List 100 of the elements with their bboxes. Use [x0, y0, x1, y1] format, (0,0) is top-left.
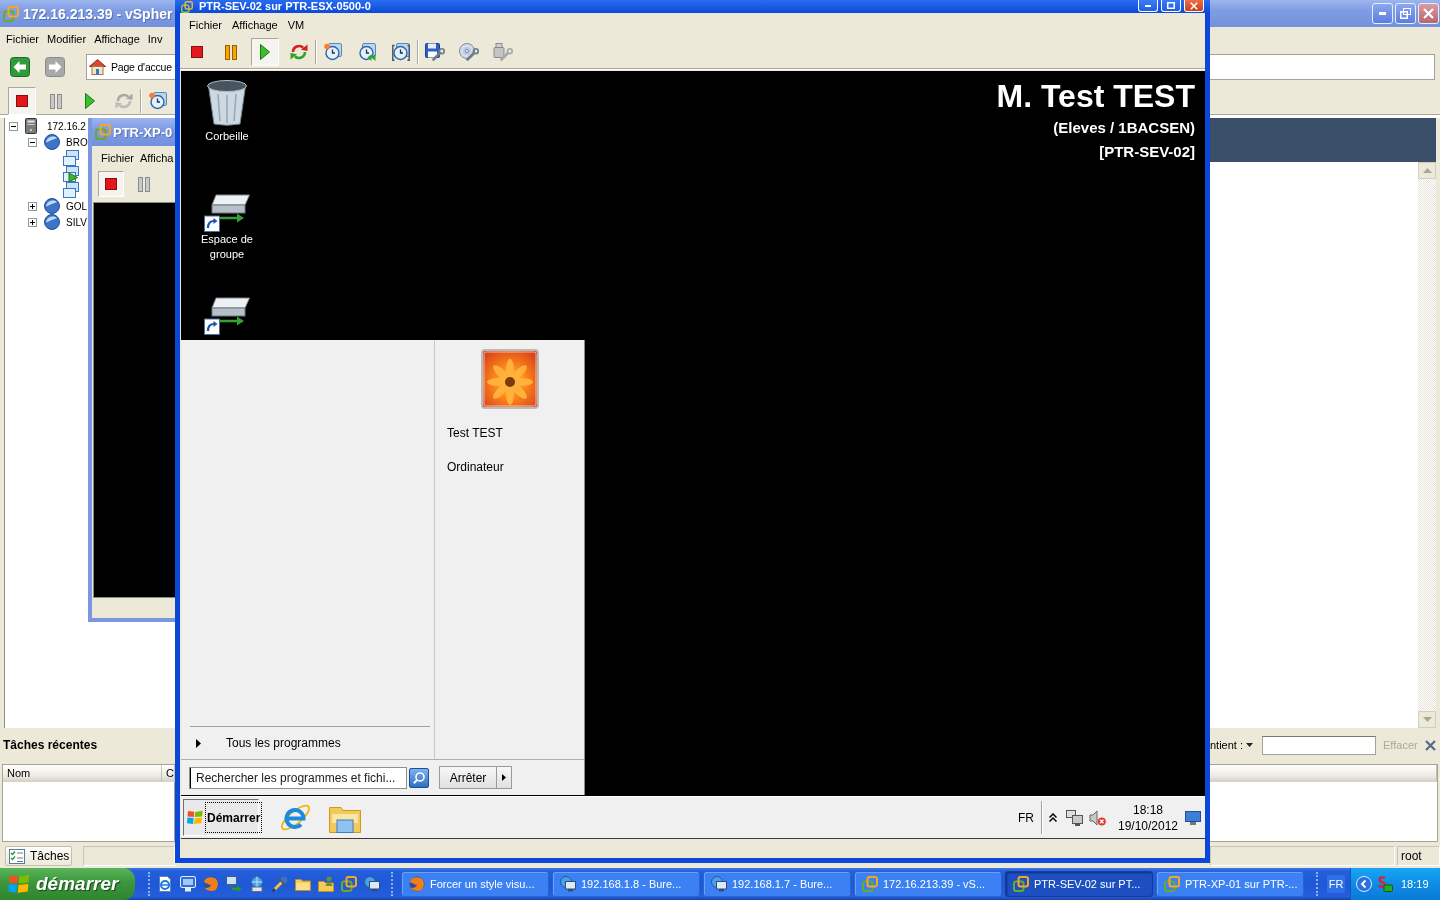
power-off-button[interactable]: [8, 87, 36, 115]
menu-item[interactable]: Affichage: [227, 17, 283, 33]
home-icon: [89, 59, 106, 75]
network-icon[interactable]: [1066, 809, 1083, 826]
desktop-icon-label[interactable]: Espace de groupe: [189, 232, 265, 262]
shutdown-options-button[interactable]: [497, 766, 512, 789]
triangle-up-icon: [1422, 168, 1432, 173]
tree-item[interactable]: SILV: [66, 216, 87, 228]
session-machine: [PTR-SEV-02]: [1098, 142, 1195, 162]
triangle-right-icon: [502, 774, 506, 781]
linked-squares-icon: [3, 5, 19, 22]
taskbar-button[interactable]: 192.168.1.7 - Bure...: [703, 871, 851, 897]
plus-box-icon[interactable]: [28, 217, 37, 227]
minimize-icon: [1145, 4, 1151, 7]
network-drive-icon[interactable]: [204, 297, 250, 335]
menu-item[interactable]: Modifier: [43, 30, 91, 47]
language-indicator[interactable]: FR: [1327, 875, 1345, 893]
caret-down-icon[interactable]: [1246, 743, 1254, 747]
start-button[interactable]: Démarrer: [183, 799, 259, 836]
maximize-button[interactable]: [1161, 0, 1181, 12]
address-bar[interactable]: [1210, 54, 1435, 80]
menu-item[interactable]: Affichage: [90, 30, 144, 47]
desktop-icon-label[interactable]: Corbeille: [189, 129, 265, 144]
window-title: PTR-XP-0: [113, 124, 173, 140]
network-drive-icon[interactable]: [204, 194, 250, 232]
sphere-icon: [44, 214, 60, 230]
menu-item[interactable]: Fichier: [184, 17, 227, 33]
linked-squares-icon: [181, 0, 193, 13]
monitor-globe-icon: [560, 876, 576, 892]
restore-button[interactable]: [1395, 3, 1416, 24]
taskbar-button[interactable]: PTR-SEV-02 sur PT...: [1005, 871, 1153, 897]
monitor-globe-icon[interactable]: [364, 876, 380, 892]
menu-item[interactable]: Afficha: [137, 150, 177, 166]
menu-link[interactable]: Ordinateur: [447, 457, 504, 477]
speaker-muted-icon[interactable]: [1089, 809, 1106, 826]
chevron-left-icon[interactable]: [1356, 876, 1372, 892]
minus-box-icon[interactable]: [28, 137, 37, 147]
close-icon: [1423, 8, 1434, 19]
monitor-arrow-icon[interactable]: [226, 876, 242, 892]
sphere-icon: [44, 198, 60, 214]
menu-item[interactable]: Inv: [143, 30, 167, 47]
language-indicator[interactable]: FR: [1018, 810, 1034, 825]
close-button[interactable]: [1418, 3, 1439, 24]
address-bar[interactable]: Page d'accue: [86, 54, 175, 80]
bin-icon[interactable]: [207, 80, 247, 126]
linked-squares-icon: [862, 876, 878, 892]
status-badge-icon[interactable]: [1375, 876, 1393, 892]
close-icon[interactable]: [1425, 739, 1436, 751]
taskbar-button[interactable]: 192.168.1.8 - Bure...: [552, 871, 700, 897]
monitor-icon[interactable]: [1185, 810, 1201, 825]
page-globe-icon[interactable]: [157, 876, 173, 892]
power-off-button[interactable]: [98, 171, 124, 197]
shutdown-button[interactable]: Arrêter: [439, 766, 497, 789]
minus-box-icon[interactable]: [9, 121, 18, 131]
menu-item[interactable]: Fichier: [98, 150, 137, 166]
globe-icon: [409, 876, 425, 892]
minimize-button[interactable]: [1372, 3, 1393, 24]
triangle-down-icon: [1422, 717, 1432, 722]
column-header[interactable]: Nom: [3, 765, 162, 782]
all-programs-item[interactable]: Tous les programmes: [181, 727, 434, 759]
search-button[interactable]: [409, 767, 429, 788]
minimize-icon: [1379, 12, 1386, 15]
plus-box-icon[interactable]: [28, 201, 37, 211]
sphere-icon: [44, 134, 60, 150]
home-link[interactable]: Page d'accue: [111, 61, 172, 73]
globe-icon[interactable]: [203, 876, 219, 892]
flag-icon: [8, 874, 30, 894]
double-caret-up-icon[interactable]: [1049, 813, 1057, 822]
clock-time[interactable]: 18:18: [1133, 801, 1163, 818]
flower-tile-icon[interactable]: [481, 349, 539, 409]
filter-field[interactable]: [1262, 735, 1377, 755]
power-on-button[interactable]: [251, 38, 279, 66]
taskbar-button[interactable]: 172.16.213.39 - vS...: [854, 871, 1002, 897]
session-group: (Eleves / 1BACSEN): [996, 116, 1195, 140]
filter-label: ntient :: [1210, 739, 1244, 751]
start-button[interactable]: démarrer: [0, 868, 135, 900]
e-ring-icon[interactable]: [280, 802, 311, 833]
session-user-name: M. Test TEST: [996, 78, 1195, 114]
taskbar-button[interactable]: Forcer un style visu...: [401, 871, 549, 897]
monitor-icon[interactable]: [180, 876, 196, 892]
clock-date[interactable]: 19/10/2012: [1117, 817, 1179, 834]
tools-icon[interactable]: [272, 876, 288, 892]
menu-item[interactable]: VM: [282, 17, 310, 33]
folder-icon[interactable]: [295, 876, 311, 892]
folder-person-icon[interactable]: [318, 876, 334, 892]
search-field[interactable]: Rechercher les programmes et fichi...: [189, 766, 407, 789]
menu-link[interactable]: Test TEST: [447, 423, 503, 443]
linked-squares-icon[interactable]: [341, 876, 357, 892]
network-globe-icon[interactable]: [249, 876, 265, 892]
close-icon: [1190, 1, 1198, 10]
column-header[interactable]: C: [162, 765, 175, 782]
tree-item[interactable]: BRO: [66, 136, 88, 148]
restore-icon: [1400, 8, 1411, 19]
tree-item[interactable]: 172.16.2: [47, 120, 86, 132]
back-button[interactable]: [10, 57, 30, 77]
tasks-button[interactable]: Tâches: [5, 846, 72, 866]
tree-item[interactable]: GOL: [66, 200, 88, 212]
taskbar-button[interactable]: PTR-XP-01 sur PTR-...: [1156, 871, 1304, 897]
user-status: root: [1397, 846, 1440, 866]
menu-item[interactable]: Fichier: [2, 30, 43, 47]
